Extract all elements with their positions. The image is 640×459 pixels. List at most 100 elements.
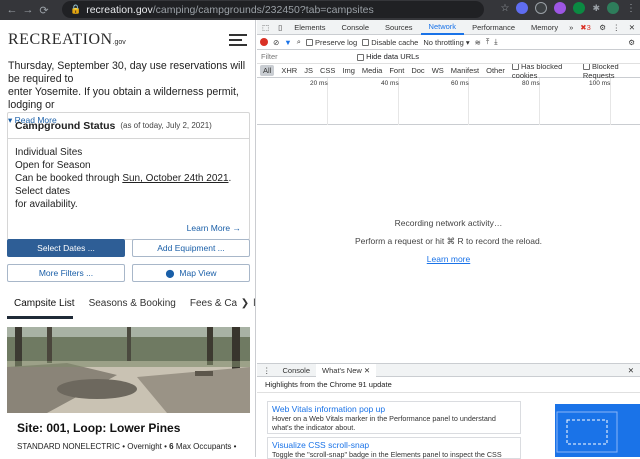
tab-campsite-list[interactable]: Campsite List (14, 298, 75, 309)
settings-icon[interactable]: ⚙ (628, 38, 635, 47)
resource-type-filters: All XHR JS CSS Img Media Font Doc WS Man… (257, 62, 640, 80)
settings-icon[interactable]: ⚙ (599, 23, 606, 32)
timeline-label: 40 ms (381, 80, 399, 87)
timeline-label: 100 ms (589, 80, 611, 87)
timeline-label: 60 ms (451, 80, 469, 87)
tab-network[interactable]: Network (420, 20, 465, 35)
kebab-icon[interactable]: ⋮ (613, 23, 621, 32)
campsite-photo[interactable] (7, 327, 250, 413)
import-icon[interactable]: ⤒ (486, 37, 489, 47)
url-host: recreation.gov (86, 3, 153, 16)
arrow-right-icon: → (232, 223, 242, 233)
menu-kebab-icon[interactable]: ⋮ (626, 3, 636, 14)
browser-toolbar: ← → ⟳ 🔒 recreation.gov/camping/campgroun… (0, 0, 640, 20)
extension-icon[interactable] (573, 2, 586, 14)
blocked-requests-checkbox[interactable]: Blocked Requests (582, 62, 640, 80)
chevron-right-icon[interactable]: ❯ (237, 294, 253, 312)
preserve-log-checkbox[interactable]: Preserve log (305, 38, 357, 47)
status-line: for availability. (15, 199, 78, 210)
whats-new-desc: Hover on a Web Vitals marker in the Perf… (272, 414, 496, 423)
tab-seasons-booking[interactable]: Seasons & Booking (89, 298, 176, 309)
more-tabs-icon[interactable]: » (566, 23, 576, 32)
disable-cache-checkbox[interactable]: Disable cache (362, 38, 418, 47)
type-manifest[interactable]: Manifest (451, 66, 479, 75)
has-blocked-cookies-checkbox[interactable]: Has blocked cookies (511, 62, 576, 80)
type-font[interactable]: Font (389, 66, 404, 75)
add-equipment-button[interactable]: Add Equipment ... (132, 239, 250, 257)
whats-new-heading: Highlights from the Chrome 91 update (257, 377, 640, 393)
type-ws[interactable]: WS (432, 66, 444, 75)
star-icon[interactable]: ☆ (500, 3, 509, 14)
tab-performance[interactable]: Performance (464, 20, 523, 35)
lock-icon: 🔒 (70, 4, 82, 14)
campground-status-card: Campground Status (as of today, July 2, … (7, 112, 250, 240)
alert-line: Thursday, September 30, day use reservat… (8, 60, 246, 85)
menu-icon[interactable] (229, 33, 247, 47)
whats-new-card[interactable]: Visualize CSS scroll-snap Toggle the "sc… (267, 437, 521, 459)
site-header: RECREATION.gov (0, 20, 255, 60)
extension-icon[interactable] (535, 2, 548, 14)
drawer-tab-console[interactable]: Console (277, 366, 317, 375)
timeline-label: 80 ms (522, 80, 540, 87)
tab-sources[interactable]: Sources (377, 20, 421, 35)
learn-more-link[interactable]: Learn more (257, 254, 640, 264)
reload-icon[interactable]: ⟳ (36, 2, 52, 18)
filter-input[interactable]: Filter (257, 52, 357, 61)
search-icon[interactable]: ⌕ (297, 37, 301, 47)
type-img[interactable]: Img (342, 66, 355, 75)
extension-icon[interactable] (516, 2, 529, 14)
map-view-button[interactable]: ⬤ Map View (132, 264, 250, 282)
status-header: Campground Status (as of today, July 2, … (8, 113, 249, 139)
whats-new-card[interactable]: Web Vitals information pop up Hover on a… (267, 401, 521, 434)
filter-icon[interactable]: ▼ (284, 38, 291, 47)
export-icon[interactable]: ⤓ (494, 37, 497, 47)
close-tab-icon[interactable]: ✕ (364, 366, 370, 375)
type-media[interactable]: Media (362, 66, 382, 75)
type-xhr[interactable]: XHR (281, 66, 297, 75)
tab-elements[interactable]: Elements (286, 20, 333, 35)
active-tab-indicator (7, 316, 73, 319)
close-icon[interactable]: ✕ (629, 23, 635, 32)
status-body: Individual Sites Open for Season Can be … (8, 139, 249, 211)
puzzle-icon[interactable]: ✱ (592, 3, 600, 14)
site-meta: STANDARD NONELECTRIC • Overnight • 6 Max… (17, 442, 237, 451)
status-line: Can be booked through Sun, October 24th … (15, 173, 232, 197)
select-dates-button[interactable]: Select Dates ... (7, 239, 125, 257)
recording-title: Recording network activity… (394, 218, 503, 228)
type-all[interactable]: All (260, 65, 275, 76)
site-title[interactable]: Site: 001, Loop: Lower Pines (17, 421, 180, 435)
wifi-icon[interactable]: ≋ (475, 38, 481, 47)
drawer-menu-icon[interactable]: ⋮ (257, 366, 277, 375)
status-line: Individual Sites (15, 147, 83, 158)
site-logo[interactable]: RECREATION.gov (8, 31, 126, 49)
throttling-select[interactable]: No throttling ▾ (423, 38, 469, 47)
learn-more-link[interactable]: Learn More → (187, 223, 241, 233)
whats-new-title[interactable]: Web Vitals information pop up (272, 404, 516, 414)
type-css[interactable]: CSS (320, 66, 335, 75)
more-filters-button[interactable]: More Filters ... (7, 264, 125, 282)
address-bar[interactable]: 🔒 recreation.gov/camping/campgrounds/232… (62, 1, 484, 18)
clear-icon[interactable]: ⊘ (273, 38, 279, 47)
devtools-panel: ⬚ ▯ Elements Console Sources Network Per… (257, 20, 640, 459)
web-page: RECREATION.gov Thursday, September 30, d… (0, 20, 256, 457)
tab-console[interactable]: Console (334, 20, 378, 35)
hide-data-urls-checkbox[interactable]: Hide data URLs (357, 52, 419, 61)
back-icon[interactable]: ← (4, 2, 20, 18)
profile-avatar[interactable] (607, 2, 619, 14)
type-js[interactable]: JS (304, 66, 313, 75)
device-toolbar-icon[interactable]: ▯ (274, 23, 286, 32)
error-badge[interactable]: ✖3 (580, 23, 590, 32)
extension-icon[interactable] (554, 2, 567, 14)
drawer-tab-whats-new[interactable]: What's New ✕ (316, 363, 377, 377)
whats-new-title[interactable]: Visualize CSS scroll-snap (272, 440, 516, 450)
forward-icon[interactable]: → (20, 2, 36, 18)
inspect-icon[interactable]: ⬚ (257, 23, 274, 32)
network-timeline: 20 ms 40 ms 60 ms 80 ms 100 ms (257, 78, 640, 125)
type-doc[interactable]: Doc (411, 66, 424, 75)
tab-memory[interactable]: Memory (523, 20, 566, 35)
browser-extensions: ☆ ✱ ⋮ (500, 2, 636, 14)
close-drawer-icon[interactable]: ✕ (628, 366, 634, 375)
type-other[interactable]: Other (486, 66, 505, 75)
booking-date: Sun, October 24th 2021 (122, 173, 229, 184)
record-icon[interactable] (260, 38, 268, 46)
